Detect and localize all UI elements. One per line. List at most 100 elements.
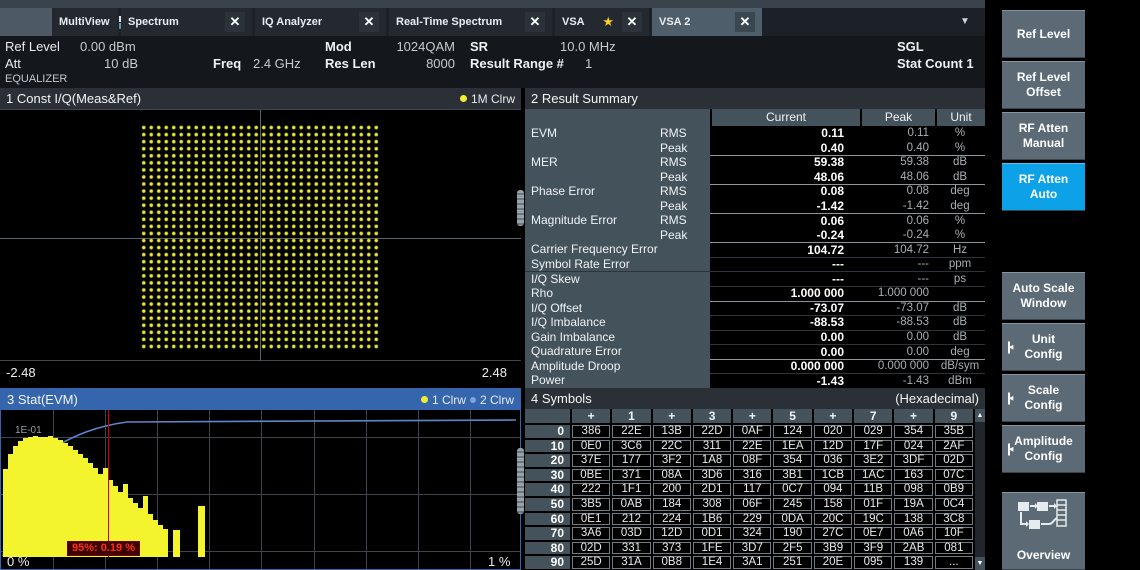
softkey-rf-atten-manual[interactable]: RF AttenManual [1002,112,1085,160]
result-label-cell: I/Q Imbalance [525,315,710,330]
result-current-value: 0.06 [710,214,860,228]
symbol-cell: 1A8 [693,454,731,467]
stat-count: Stat Count 1 [897,56,974,71]
stat-evm-plot[interactable]: 1E-01 95%: 0.19 % 0 % 1 % [1,410,520,569]
column-header-unit: Unit [935,109,985,126]
symbol-cell: 311 [693,440,731,453]
tab-label: VSA [562,16,585,28]
symbol-cell: 20E [814,556,852,569]
result-row: Amplitude Droop0.000 0000.000 000dB/sym [525,359,985,375]
percentile-marker-line [108,410,109,557]
close-icon[interactable]: ✕ [525,12,545,32]
softkey-unit-config[interactable]: ◄UnitConfig [1002,323,1085,371]
percentile-marker-label: 95%: 0.19 % [67,541,140,556]
tab-vsa-2[interactable]: VSA 2✕ [652,8,762,36]
softkey-ref-level[interactable]: Ref Level [1002,10,1085,58]
symbol-cell: 3F9 [854,542,892,555]
scroll-down-icon[interactable]: ▼ [975,557,985,570]
histogram-bar [198,506,205,557]
symbols-column-header: 7 [854,409,892,423]
tab-overflow-dropdown[interactable]: ▼ [952,12,978,32]
softkey-label: Ref LevelOffset [1002,62,1085,100]
softkey-rf-atten-auto[interactable]: RF AttenAuto [1002,163,1085,211]
softkey-auto-scale-window[interactable]: Auto ScaleWindow [1002,272,1085,320]
result-summary-header[interactable]: 2 Result Summary [525,88,985,109]
softkey-label: Ref Level [1002,11,1085,42]
tab-multiview[interactable]: MultiView [52,8,118,36]
column-header-peak: Peak [860,109,935,126]
softkey-amplitude-config[interactable]: ◄AmplitudeConfig [1002,425,1085,473]
tab-vsa[interactable]: VSA★✕ [555,8,649,36]
symbol-cell: 095 [854,556,892,569]
stat-evm-panel-header[interactable]: 3 Stat(EVM) 1 Clrw 2 Clrw [1,389,520,410]
close-icon[interactable]: ✕ [622,12,642,32]
result-label: EVM [531,126,557,141]
softkey-overview[interactable]: Overview [1002,492,1085,570]
symbols-row-label: 20 [525,454,570,467]
symbol-cell: 3E2 [854,454,892,467]
stat-x-min-label: 0 % [7,554,29,569]
symbol-cell: 1E4 [693,556,731,569]
result-peak-value: 0.11 [860,127,935,139]
symbol-cell: 19C [854,513,892,526]
ref-level-value[interactable]: 0.00 dBm [80,39,136,54]
result-range-value[interactable]: 1 [585,56,592,71]
splitter-handle[interactable] [517,190,524,226]
softkey-ref-level-offset[interactable]: Ref LevelOffset [1002,61,1085,109]
result-label: Rho [531,286,553,301]
result-label-cell: Quadrature Error [525,344,710,359]
splitter-handle[interactable] [517,448,524,514]
res-len-label: Res Len [325,56,376,71]
tab-spectrum[interactable]: Spectrum✕ [121,8,252,36]
tab-real-time-spectrum[interactable]: Real-Time Spectrum✕ [389,8,552,36]
symbol-cell: 386 [572,425,610,438]
result-row: Rho1.000 0001.000 000 [525,286,985,302]
constellation-plot[interactable] [0,109,521,361]
symbol-cell: 354 [894,425,932,438]
result-current-value: --- [710,272,860,286]
tab-iq-analyzer[interactable]: IQ Analyzer✕ [255,8,386,36]
symbol-cell: 094 [814,483,852,496]
close-icon[interactable]: ✕ [225,12,245,32]
x-axis-min-label: -2.48 [6,365,36,380]
freq-value[interactable]: 2.4 GHz [253,56,301,71]
softkey-label: Auto ScaleWindow [1002,273,1085,311]
res-len-value[interactable]: 8000 [370,56,455,71]
trace2-blue-dot-icon [470,397,476,403]
symbols-column-header: + [572,409,610,423]
scroll-up-icon[interactable]: ▲ [975,409,985,422]
softkey-scale-config[interactable]: ◄ScaleConfig [1002,374,1085,422]
symbols-scrollbar[interactable]: ▲ ▼ [975,409,985,570]
result-current-value: -0.24 [710,228,860,242]
result-current-value: 0.00 [710,330,860,344]
close-icon[interactable]: ✕ [359,12,379,32]
symbol-cell: 02D [935,454,973,467]
result-sublabel: Peak [660,199,687,214]
result-row: Symbol Rate Error------ppm [525,257,985,273]
symbol-cell: 324 [733,527,771,540]
symbols-row: 703A603D12D0D132419027C0E70A610F [525,527,973,540]
stat-trace-legend: 1 Clrw 2 Clrw [421,393,514,407]
symbols-row: 100E03C622C31122E1EA12D17F0242AF [525,440,973,453]
close-icon[interactable]: ✕ [735,12,755,32]
sr-value[interactable]: 10.0 MHz [560,39,616,54]
ref-level-label: Ref Level [5,39,60,54]
result-peak-value: 48.06 [860,171,935,183]
symbols-row: 600E12122241B62290DA20C19C1383C8 [525,513,973,526]
result-peak-value: 0.00 [860,331,935,343]
result-label: Gain Imbalance [531,330,615,345]
constellation-panel-header[interactable]: 1 Const I/Q(Meas&Ref) 1M Clrw [0,88,521,109]
att-value[interactable]: 10 dB [60,56,138,71]
symbols-column-header: + [814,409,852,423]
symbol-cell: 3C6 [612,440,650,453]
result-sublabel: Peak [660,228,687,243]
result-unit: deg [935,185,985,197]
result-label-cell: Carrier Frequency Error [525,242,710,257]
mod-value[interactable]: 1024QAM [370,39,455,54]
symbols-row: 8002D3313731FE3D72F53B93F92AB081 [525,542,973,555]
symbol-cell: 0E0 [572,440,610,453]
symbol-cell: 06F [733,498,771,511]
symbols-panel-header[interactable]: 4 Symbols (Hexadecimal) [525,388,985,409]
symbol-cell: 08A [653,469,691,482]
symbol-cell: 212 [612,513,650,526]
